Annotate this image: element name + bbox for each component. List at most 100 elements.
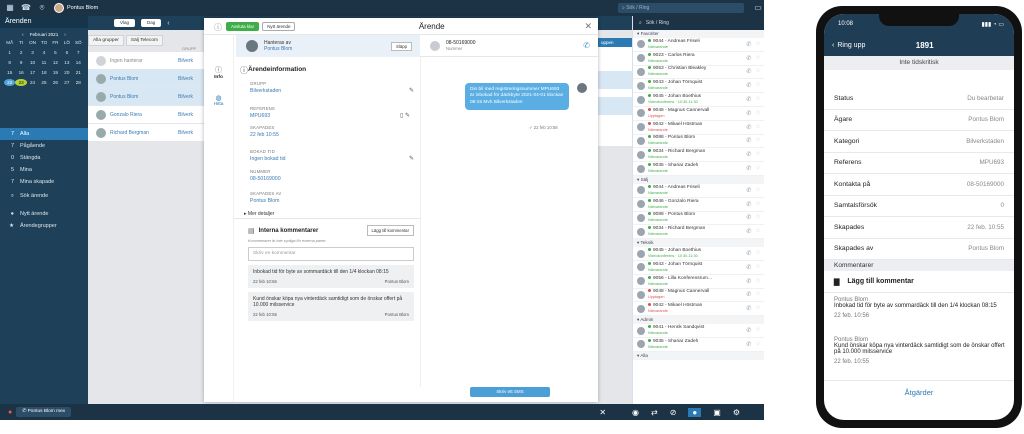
user-avatar[interactable] <box>54 3 64 13</box>
contact-row[interactable]: 9053 - Christian Bleakley Närvarande ✆ ◌ <box>633 66 764 80</box>
tab-group-right[interactable]: uppen <box>598 38 632 47</box>
call-icon[interactable]: ✆ <box>746 228 751 235</box>
chat-icon[interactable]: ◌ <box>756 41 760 48</box>
call-icon[interactable]: ✆ <box>746 201 751 208</box>
call-icon[interactable]: ✆ <box>746 214 751 221</box>
chat-icon[interactable]: ◌ <box>756 214 760 221</box>
contact-row[interactable]: 9044 - Andreas Friseli Närvarande ✆ ◌ <box>633 184 764 198</box>
chat-icon[interactable]: ◌ <box>756 264 760 271</box>
nav-item[interactable]: ⌕ Sök ärende <box>0 190 88 202</box>
globe-icon[interactable]: ◍ <box>204 94 233 102</box>
contact-section[interactable]: ▾ Admin <box>633 316 764 325</box>
contacts-icon[interactable]: ● <box>688 407 702 417</box>
contact-row[interactable]: 9035 - Shariar Zadeh Närvarande ✆ ◌ <box>633 338 764 352</box>
calendar-day[interactable]: 24 <box>27 79 38 86</box>
call-icon[interactable]: ✆ <box>746 55 751 62</box>
call-icon[interactable]: ✆ <box>746 165 751 172</box>
chat-icon[interactable]: ◌ <box>756 137 760 144</box>
view-select[interactable]: Vlag <box>114 19 136 27</box>
field-value[interactable]: Ingen bokad tid <box>250 156 285 162</box>
calendar-day[interactable]: 18 <box>38 69 49 76</box>
directory-icon[interactable]: ▣ <box>713 408 721 417</box>
chat-icon[interactable]: ◌ <box>756 55 760 62</box>
contact-section[interactable]: ▾ Alla <box>633 351 764 360</box>
chat-icon[interactable]: ◌ <box>756 291 760 298</box>
calendar-day[interactable]: 27 <box>61 79 72 86</box>
contact-row[interactable]: 9046 - Gonzalo Riera Närvarande ✆ ◌ <box>633 198 764 212</box>
list-tab[interactable]: Sälj Telecom <box>125 35 163 46</box>
contact-row[interactable]: 9041 - Henrik Sandqvist Närvarande ✆ ◌ <box>633 324 764 338</box>
calendar-day[interactable]: 23 <box>15 79 27 86</box>
contact-section[interactable]: ▾ Favoriter <box>633 30 764 38</box>
calendar-day[interactable]: 3 <box>27 49 38 56</box>
nav-item[interactable]: 7 Alla <box>0 128 88 140</box>
call-icon[interactable]: ✆ <box>746 341 751 348</box>
grid-icon[interactable]: ▦ <box>4 3 16 13</box>
period-select[interactable]: Dag <box>141 19 162 27</box>
calendar-day[interactable]: 19 <box>50 69 61 76</box>
call-icon[interactable]: ✆ <box>746 250 751 257</box>
table-row[interactable]: Ingen hanterar Bilverk <box>88 52 204 70</box>
field-value[interactable]: 22 feb 10:55 <box>250 132 279 138</box>
chat-icon[interactable]: ◌ <box>756 68 760 75</box>
new-case-button[interactable]: Nytt ärende <box>262 21 296 31</box>
calendar-day[interactable]: 26 <box>50 79 61 86</box>
contact-row[interactable]: 9043 - Johan Törnquist Närvarande ✆ ◌ <box>633 79 764 94</box>
contact-section[interactable]: ▾ Sälj <box>633 175 764 184</box>
calendar-day[interactable]: 25 <box>38 79 49 86</box>
chat-icon[interactable]: ◌ <box>756 278 760 285</box>
chat-icon[interactable]: ◌ <box>756 341 760 348</box>
calendar-day[interactable]: 16 <box>15 69 26 76</box>
close-case-button[interactable]: Avsluta klar <box>226 21 260 31</box>
release-button[interactable]: Släpp <box>391 41 412 51</box>
call-icon[interactable]: ✆ <box>746 137 751 144</box>
call-icon[interactable]: ✆ <box>746 291 751 298</box>
edit-icon[interactable]: ✎ <box>409 155 414 162</box>
field-value[interactable]: Pontus Blom <box>250 198 281 204</box>
contact-row[interactable]: 9042 - Mikael Höstman Närvarande ✆ ◌ <box>633 302 764 317</box>
chat-icon[interactable]: ◉ <box>632 408 639 417</box>
call-icon[interactable]: ✆ <box>746 151 751 158</box>
phone-icon[interactable]: ☎ <box>20 3 32 13</box>
chat-icon[interactable]: ◌ <box>756 151 760 158</box>
chat-icon[interactable]: ◌ <box>756 124 760 131</box>
contact-row[interactable]: 9042 - Mikael Höstman Närvarande ✆ ◌ <box>633 121 764 135</box>
call-icon[interactable]: ✆ <box>746 110 751 117</box>
add-comment-button[interactable]: Lägg till kommentar <box>366 225 414 236</box>
call-icon[interactable]: ✆ <box>746 96 751 103</box>
table-row[interactable]: Gonzalo Riera Bilverk <box>88 106 204 124</box>
calendar-day[interactable]: 4 <box>38 49 49 56</box>
actions-button[interactable]: Åtgärder <box>824 380 1014 404</box>
field-value[interactable]: MPU693 <box>250 113 275 119</box>
field-value[interactable]: 08-50169000 <box>250 176 281 182</box>
calendar-day[interactable]: 5 <box>50 49 61 56</box>
window-icon[interactable]: ▭ <box>752 3 764 13</box>
handler-name[interactable]: Pontus Blom <box>264 46 292 52</box>
contact-row[interactable]: 9048 - Magnus Cannervall Upptagen ✆ ◌ <box>633 289 764 303</box>
calendar-day[interactable]: 21 <box>73 69 84 76</box>
prev-month-icon[interactable]: ‹ <box>22 32 24 37</box>
search-input[interactable]: ⌕ Sök / Ring <box>618 3 744 13</box>
calendar-day[interactable]: 8 <box>4 59 15 66</box>
calendar-day[interactable]: 2 <box>15 49 26 56</box>
chat-icon[interactable]: ◌ <box>756 82 760 89</box>
call-icon[interactable]: ✆ <box>746 124 751 131</box>
nav-item[interactable]: ★ Ärendegrupper <box>0 220 88 232</box>
info-tab-icon[interactable]: ⓘ <box>204 65 233 75</box>
nav-item[interactable]: ● Nytt ärende <box>0 208 88 220</box>
calendar-day[interactable]: 9 <box>15 59 26 66</box>
contact-row[interactable]: 9045 - Johan Boethius Videokonferens · 10… <box>633 93 764 107</box>
calendar-day[interactable]: 11 <box>38 59 49 66</box>
status-box[interactable]: ✆ Pontus Blom mex <box>16 407 72 417</box>
call-icon[interactable]: ✆ <box>746 68 751 75</box>
mute-icon[interactable]: ⊘ <box>670 408 677 417</box>
comment-input[interactable]: Skriv en kommentar <box>248 247 414 261</box>
close-icon[interactable]: ✕ <box>599 408 606 417</box>
voicemail-icon[interactable]: ⌾ <box>36 3 48 13</box>
call-icon[interactable]: ✆ <box>746 278 751 285</box>
table-row[interactable]: Richard Bergman Bilverk <box>88 124 204 142</box>
calendar-day[interactable]: 22 <box>4 79 16 86</box>
contact-row[interactable]: 9035 - Shariar Zadeh Närvarande ✆ ◌ <box>633 162 764 176</box>
chat-icon[interactable]: ◌ <box>756 96 760 103</box>
call-icon[interactable]: ✆ <box>746 41 751 48</box>
